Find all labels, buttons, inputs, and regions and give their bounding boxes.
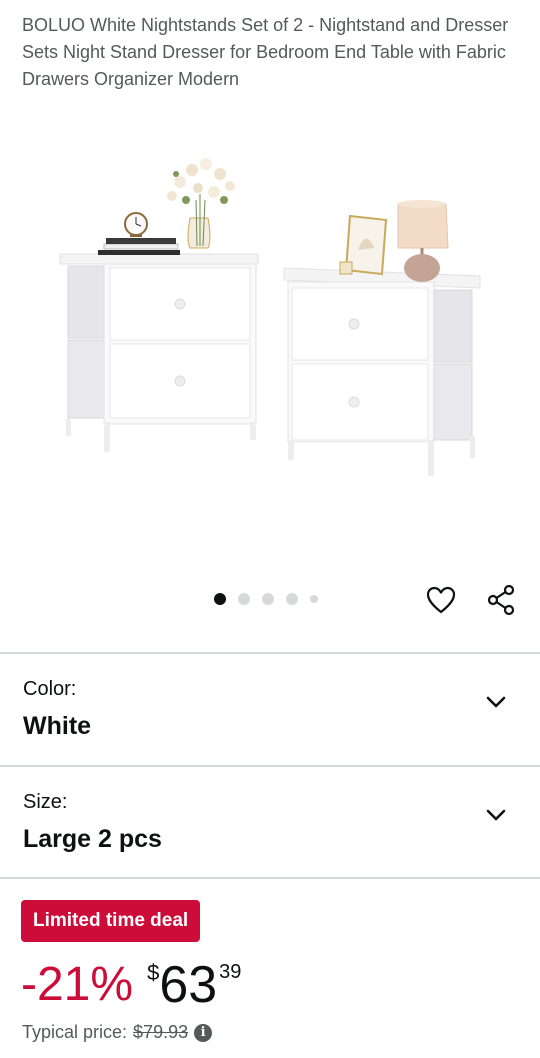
size-label: Size: bbox=[23, 791, 68, 813]
carousel-dot[interactable] bbox=[262, 593, 274, 605]
color-label: Color: bbox=[23, 678, 77, 700]
color-option-row[interactable]: Color: White bbox=[0, 654, 540, 764]
product-title: BOLUO White Nightstands Set of 2 - Night… bbox=[22, 15, 509, 89]
product-page: BOLUO White Nightstands Set of 2 - Night… bbox=[0, 0, 540, 1058]
price-fraction: 39 bbox=[219, 961, 242, 983]
size-option-row[interactable]: Size: Large 2 pcs bbox=[0, 767, 540, 877]
carousel-dot-active[interactable] bbox=[214, 593, 226, 605]
limited-time-deal-badge: Limited time deal bbox=[21, 900, 201, 942]
share-icon bbox=[487, 584, 515, 616]
color-value: White bbox=[23, 712, 92, 740]
size-value: Large 2 pcs bbox=[23, 825, 162, 853]
price-whole: 63 bbox=[159, 956, 218, 1014]
typical-price-label: Typical price: bbox=[22, 1022, 128, 1042]
currency-symbol: $ bbox=[147, 960, 160, 985]
carousel-dot[interactable] bbox=[310, 595, 318, 603]
typical-price-row: Typical price: $79.93 i bbox=[22, 1022, 213, 1043]
price-row: -21% $ 63 39 bbox=[21, 950, 241, 1020]
divider bbox=[0, 877, 540, 879]
carousel-dot[interactable] bbox=[238, 593, 250, 605]
chevron-down-icon[interactable] bbox=[482, 688, 510, 716]
product-image[interactable] bbox=[0, 130, 540, 550]
chevron-down-icon[interactable] bbox=[482, 801, 510, 829]
carousel-dot[interactable] bbox=[286, 593, 298, 605]
discount-percent: -21% bbox=[21, 958, 134, 1011]
left-nightstand bbox=[59, 158, 259, 452]
heart-icon bbox=[426, 586, 456, 614]
image-carousel-dots[interactable] bbox=[214, 593, 318, 605]
favorite-button[interactable] bbox=[423, 582, 459, 618]
typical-price-value: $79.93 bbox=[133, 1022, 189, 1042]
share-button[interactable] bbox=[483, 582, 519, 618]
info-icon[interactable]: i bbox=[194, 1023, 213, 1042]
right-nightstand bbox=[283, 200, 481, 476]
